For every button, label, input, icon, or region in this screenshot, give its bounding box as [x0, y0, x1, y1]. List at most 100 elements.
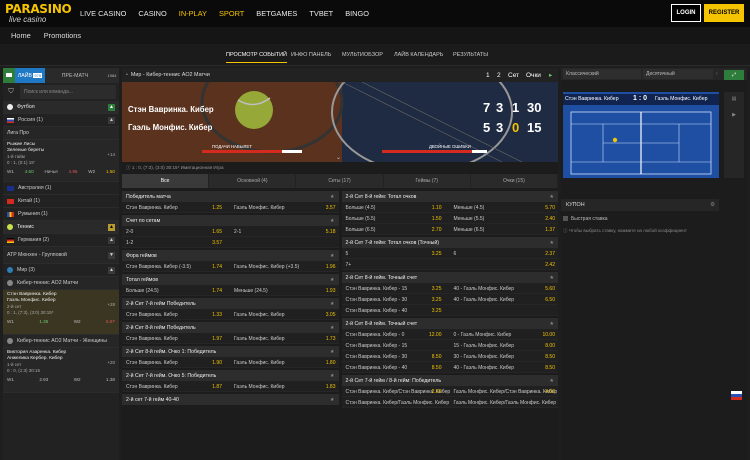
market-header[interactable]: 2-й Сет 7-й гейм. Очко 5: Победитель ★ — [122, 370, 339, 381]
market-header[interactable]: 2-й сет 7-й гейм 40-40 ★ — [122, 394, 339, 405]
star-icon[interactable]: ★ — [330, 325, 334, 331]
register-button[interactable]: REGISTER — [704, 4, 744, 22]
nav-betgames[interactable]: BETGAMES — [256, 9, 297, 18]
gear-icon[interactable]: ⚙ — [710, 202, 715, 208]
country-world[interactable]: Мир (3) ▲ — [3, 264, 119, 277]
market-header[interactable]: 2-й Сет 8-й гейм. Точный счет ★ — [341, 272, 558, 283]
star-icon[interactable]: ★ — [330, 277, 334, 283]
odd-value[interactable]: 1.74 — [212, 288, 222, 294]
video-icon[interactable]: ▶ — [724, 112, 744, 118]
tab-events[interactable]: ПРОСМОТР СОБЫТИЙ — [226, 52, 287, 63]
nav-live-casino[interactable]: LIVE CASINO — [80, 9, 126, 18]
chevron-up-icon[interactable]: ▲ — [108, 104, 115, 111]
star-icon[interactable]: ★ — [330, 349, 334, 355]
filter-points[interactable]: Очки (15) — [471, 174, 559, 188]
russia-flag-icon[interactable] — [731, 391, 742, 400]
star-icon[interactable]: ★ — [330, 194, 334, 200]
subnav-home[interactable]: Home — [11, 31, 31, 40]
odd-value[interactable]: 3.57 — [326, 205, 336, 211]
odd-value[interactable]: 1.25 — [212, 205, 222, 211]
more-markets[interactable]: +20 — [107, 360, 115, 365]
chevron-up-icon[interactable]: ▲ — [108, 237, 115, 244]
league-pro[interactable]: Лига Про — [3, 127, 119, 140]
tab-prematch[interactable]: ПРЕ-МАТЧ — [45, 68, 105, 83]
tab-results[interactable]: РЕЗУЛЬТАТЫ — [453, 52, 488, 58]
odd-value[interactable]: 3.57 — [212, 240, 222, 246]
checkbox-icon[interactable] — [563, 216, 568, 222]
market-header[interactable]: 2-й Сет 8-й гейм Победитель ★ — [122, 322, 339, 333]
star-icon[interactable]: ★ — [330, 253, 334, 259]
odd-value[interactable]: 1.83 — [326, 384, 336, 390]
odd-draw[interactable]: 4.95 — [69, 169, 78, 174]
odd-value[interactable]: 2.40 — [545, 216, 555, 222]
odd-w1[interactable]: 1.35 — [39, 319, 48, 324]
chevron-up-icon[interactable]: ▲ — [108, 117, 115, 124]
login-button[interactable]: LOGIN — [671, 4, 701, 22]
odd-value[interactable]: 8.50 — [432, 365, 442, 371]
chevron-down-icon[interactable]: ⌄ — [336, 154, 341, 161]
odd-value[interactable]: 3.25 — [432, 308, 442, 314]
market-header[interactable]: Счет по сетам ★ — [122, 215, 339, 226]
nav-bingo[interactable]: BINGO — [345, 9, 369, 18]
star-icon[interactable]: ★ — [550, 378, 554, 384]
chevron-up-icon[interactable]: ▲ — [108, 224, 115, 231]
filter-all[interactable]: Все — [122, 174, 210, 188]
odd-value[interactable]: 1.50 — [432, 216, 442, 222]
odd-w2[interactable]: 1.38 — [106, 377, 115, 382]
odd-value[interactable]: 2.37 — [545, 251, 555, 257]
odd-value[interactable]: 1.93 — [326, 288, 336, 294]
odd-value[interactable]: 1.97 — [212, 336, 222, 342]
market-header[interactable]: Фора геймов ★ — [122, 250, 339, 261]
chevron-left-icon[interactable]: ‹ — [716, 71, 718, 77]
market-header[interactable]: Тотал геймов ★ — [122, 274, 339, 285]
odd-value[interactable]: 4.00 — [545, 389, 555, 395]
odd-value[interactable]: 5.18 — [326, 229, 336, 235]
odd-w2[interactable]: 1.50 — [106, 169, 115, 174]
odd-value[interactable]: 1.73 — [326, 336, 336, 342]
match-card-football[interactable]: Рыжие Лисы Зеленые береты 1-й тайм 0 : 1… — [3, 140, 119, 182]
star-icon[interactable]: ★ — [330, 373, 334, 379]
market-header[interactable]: Победитель матча ★ — [122, 191, 339, 202]
odd-value[interactable]: 10.00 — [542, 332, 555, 338]
star-icon[interactable]: ★ — [550, 321, 554, 327]
subnav-promotions[interactable]: Promotions — [44, 31, 81, 40]
market-header[interactable]: 2-й Сет 8-й гейм. Очко 1: Победитель ★ — [122, 346, 339, 357]
filter-main[interactable]: Основной (4) — [209, 174, 297, 188]
star-icon[interactable]: ★ — [330, 397, 334, 403]
league-cyber[interactable]: Кибер-теннис AO2 Матчи — [3, 277, 119, 290]
odd-value[interactable]: 3.25 — [432, 297, 442, 303]
market-header[interactable]: 2-й Сет 7-й гейм / 8-й гейм: Победитель ★ — [341, 375, 558, 386]
odd-value[interactable]: 3.25 — [432, 286, 442, 292]
odd-value[interactable]: 6.50 — [545, 297, 555, 303]
odd-value[interactable]: 1.87 — [212, 384, 222, 390]
country-russia[interactable]: Россия (1) ▲ — [3, 114, 119, 127]
more-markets[interactable]: +28 — [107, 302, 115, 307]
odd-w1[interactable]: 2.93 — [39, 377, 48, 382]
star-icon[interactable]: ★ — [330, 301, 334, 307]
star-icon[interactable]: ★ — [550, 275, 554, 281]
odd-value[interactable]: 1.90 — [212, 360, 222, 366]
tab-live-calendar[interactable]: ЛАЙВ КАЛЕНДАРЬ — [394, 52, 443, 58]
odd-value[interactable]: 8.50 — [432, 354, 442, 360]
odd-value[interactable]: 1.33 — [212, 312, 222, 318]
odd-value[interactable]: 3.25 — [432, 251, 442, 257]
country-australia[interactable]: Австралия (1) — [3, 182, 119, 195]
tab-multiview[interactable]: МУЛЬТИОБЗОР — [342, 52, 383, 58]
odd-w1[interactable]: 4.60 — [25, 169, 34, 174]
odd-value[interactable]: 2.42 — [545, 262, 555, 268]
odd-value[interactable]: 12.00 — [429, 332, 442, 338]
market-header[interactable]: 2-й Сет 8-й гейм: Тотал очков ★ — [341, 191, 558, 202]
odd-value[interactable]: 2.60 — [432, 389, 442, 395]
logo[interactable]: PARASINO live casino — [5, 3, 72, 25]
tab-info-panel[interactable]: ИНФО ПАНЕЛЬ — [291, 52, 331, 58]
nav-tvbet[interactable]: TVBET — [309, 9, 333, 18]
country-romania[interactable]: Румыния (1) — [3, 208, 119, 221]
star-icon[interactable]: ★ — [330, 218, 334, 224]
expand-icon[interactable]: ▸ — [549, 71, 552, 79]
nav-casino[interactable]: CASINO — [138, 9, 166, 18]
nav-sport[interactable]: SPORT — [219, 9, 244, 18]
odd-value[interactable]: 2.70 — [432, 227, 442, 233]
market-header[interactable]: 2-й Сет 7-й гейм Победитель ★ — [122, 298, 339, 309]
league-atp[interactable]: ATP Мюнхен - Групповой ▼ — [3, 247, 119, 264]
odd-value[interactable]: 3.05 — [326, 312, 336, 318]
